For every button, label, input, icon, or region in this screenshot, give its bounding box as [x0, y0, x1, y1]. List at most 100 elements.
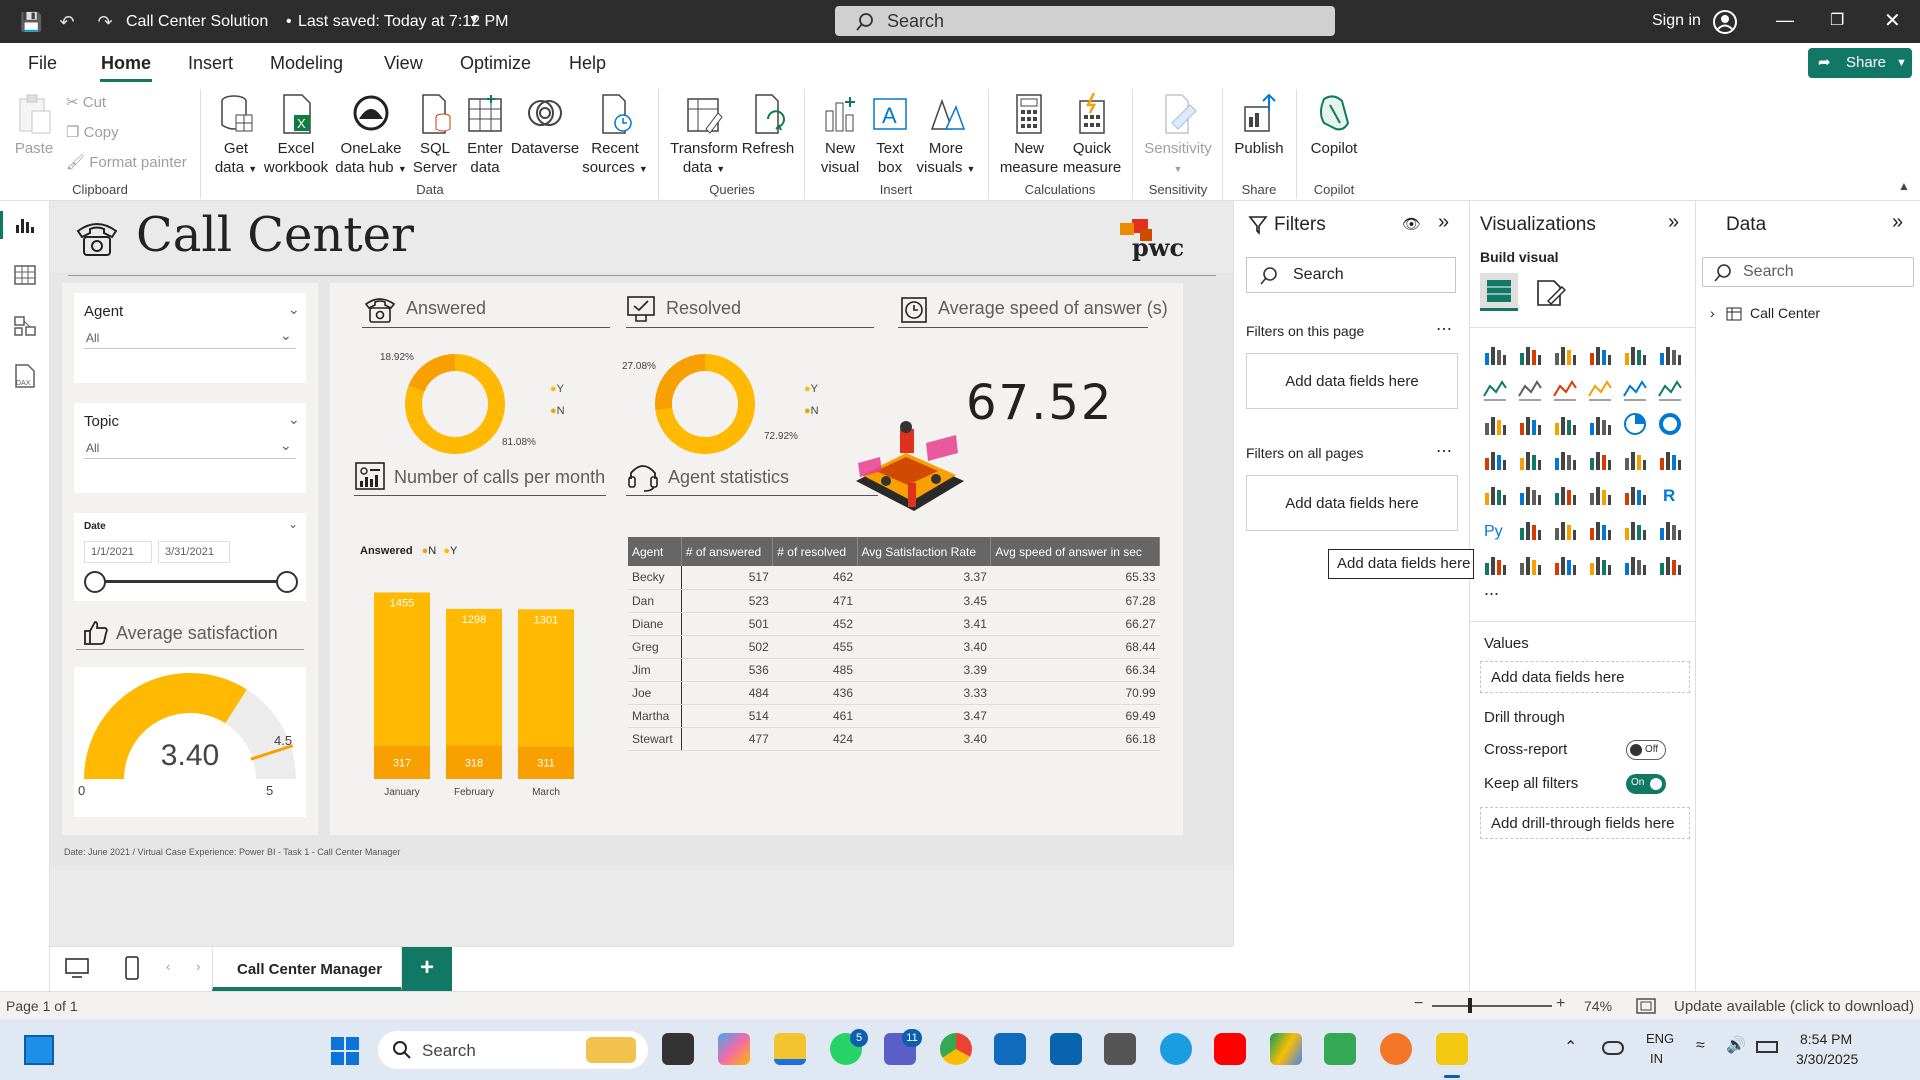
file-explorer-icon[interactable]: [774, 1033, 806, 1065]
visual-azure-map-icon[interactable]: [1587, 446, 1613, 472]
share-button[interactable]: ➦ Share ▼: [1808, 48, 1912, 78]
table-row[interactable]: Dan 523 471 3.45 67.28: [628, 589, 1160, 613]
donut-slice-n[interactable]: [655, 354, 705, 411]
more-options-icon[interactable]: ⋯: [1436, 441, 1452, 461]
filters-search-input[interactable]: Search: [1246, 257, 1456, 293]
visual-treemap-icon[interactable]: [1482, 446, 1508, 472]
sensitivity-button[interactable]: Sensitivity ▼: [1140, 93, 1216, 179]
visual-area-icon[interactable]: [1517, 376, 1543, 402]
taskbar-search[interactable]: Search: [378, 1031, 648, 1069]
text-box-button[interactable]: A Text box: [866, 93, 914, 177]
account-icon[interactable]: [1712, 9, 1738, 35]
chevron-down-icon[interactable]: ▼: [468, 12, 480, 26]
visual-stacked-area-icon[interactable]: [1552, 376, 1578, 402]
table-row[interactable]: Martha 514 461 3.47 69.49: [628, 704, 1160, 728]
get-data-button[interactable]: Get data ▼: [208, 93, 264, 179]
tab-view[interactable]: View: [384, 53, 423, 74]
cut-button[interactable]: ✂ Cut: [66, 93, 126, 112]
windows-start-icon[interactable]: [330, 1036, 360, 1066]
column-header[interactable]: Avg Satisfaction Rate: [857, 537, 992, 566]
visual-waterfall-icon[interactable]: [1517, 411, 1543, 437]
new-visual-button[interactable]: New visual: [814, 93, 866, 177]
outlook-icon[interactable]: [1050, 1033, 1082, 1065]
visual-filled-map-icon[interactable]: [1552, 446, 1578, 472]
youtube-icon[interactable]: [1214, 1033, 1246, 1065]
topic-dropdown[interactable]: All ⌄: [84, 437, 296, 459]
transform-data-button[interactable]: Transform data ▼: [668, 93, 740, 179]
visual-line-clustered-icon[interactable]: [1657, 376, 1683, 402]
visual-multi-card-icon[interactable]: [1482, 481, 1508, 507]
prev-page-icon[interactable]: ‹: [166, 959, 170, 974]
agent-dropdown[interactable]: All ⌄: [84, 327, 296, 349]
collapse-pane-icon[interactable]: »: [1892, 211, 1903, 234]
eye-icon[interactable]: 👁: [1402, 215, 1421, 233]
visual-narrative-icon[interactable]: [1622, 516, 1648, 542]
excel-workbook-button[interactable]: X Excel workbook: [262, 93, 330, 177]
model-view-icon[interactable]: [14, 315, 36, 337]
visual-qa-icon[interactable]: [1587, 516, 1613, 542]
visual-card-icon[interactable]: [1657, 446, 1683, 472]
onelake-data-hub-button[interactable]: OneLake data hub ▼: [332, 93, 410, 179]
battery-icon[interactable]: [1756, 1041, 1778, 1053]
sign-in-link[interactable]: Sign in: [1652, 12, 1701, 30]
zoom-slider[interactable]: [1432, 1005, 1552, 1007]
calculator-app-icon[interactable]: [1104, 1033, 1136, 1065]
store-icon[interactable]: [994, 1033, 1026, 1065]
restore-icon[interactable]: ❐: [1830, 10, 1844, 30]
language-indicator[interactable]: ENG: [1646, 1031, 1674, 1046]
visual-clustered-column-icon[interactable]: [1587, 341, 1613, 367]
visual-scatter-icon[interactable]: [1587, 411, 1613, 437]
quick-measure-button[interactable]: Quick measure: [1060, 93, 1124, 177]
tab-insert[interactable]: Insert: [188, 53, 233, 74]
visual-trophy-icon[interactable]: [1657, 516, 1683, 542]
copy-button[interactable]: ❐ Copy: [66, 123, 136, 142]
visual-donut-icon[interactable]: [1657, 411, 1683, 437]
copilot-app-icon[interactable]: [718, 1033, 750, 1065]
data-search-input[interactable]: Search: [1702, 257, 1914, 287]
tab-modeling[interactable]: Modeling: [270, 53, 343, 74]
clock-time[interactable]: 8:54 PM: [1800, 1031, 1852, 1047]
table-row[interactable]: Diane 501 452 3.41 66.27: [628, 612, 1160, 636]
date-range-start-handle[interactable]: [84, 571, 106, 593]
tab-file[interactable]: File: [28, 53, 57, 74]
visual-gauge-icon[interactable]: [1622, 446, 1648, 472]
filters-this-page-drop[interactable]: Add data fields here: [1246, 353, 1458, 409]
dax-query-view-icon[interactable]: DAX: [12, 363, 38, 389]
visual-key-influencers-icon[interactable]: [1517, 516, 1543, 542]
fit-to-page-icon[interactable]: [1636, 998, 1656, 1014]
table-row[interactable]: Joe 484 436 3.33 70.99: [628, 681, 1160, 705]
visual-r-visual-icon[interactable]: R: [1657, 481, 1683, 507]
chevron-down-icon[interactable]: ⌄: [288, 517, 298, 531]
cross-report-toggle[interactable]: Off: [1626, 740, 1666, 760]
visual-line-icon[interactable]: [1482, 376, 1508, 402]
refresh-button[interactable]: Refresh: [740, 93, 796, 158]
visual-kpi-icon[interactable]: [1517, 481, 1543, 507]
visual-funnel-icon[interactable]: [1552, 411, 1578, 437]
chrome-icon[interactable]: [940, 1033, 972, 1065]
enter-data-button[interactable]: Enter data: [462, 93, 508, 177]
google-drive-icon[interactable]: [1270, 1033, 1302, 1065]
format-visual-icon[interactable]: [1534, 277, 1566, 309]
visual-stacked-bar-icon[interactable]: [1482, 341, 1508, 367]
mobile-layout-icon[interactable]: [124, 955, 140, 981]
column-header[interactable]: Agent: [628, 537, 682, 566]
bar-y-february[interactable]: [446, 608, 502, 746]
visual-matrix-icon[interactable]: [1622, 481, 1648, 507]
column-header[interactable]: # of answered: [681, 537, 774, 566]
tab-home[interactable]: Home: [101, 53, 151, 74]
zoom-out-icon[interactable]: −: [1414, 995, 1423, 1013]
bar-y-march[interactable]: [518, 609, 574, 747]
visual-python-icon[interactable]: Py: [1482, 516, 1508, 542]
visual-map-arcgis-icon[interactable]: [1587, 551, 1613, 577]
save-icon[interactable]: 💾: [20, 11, 42, 33]
visual-stacked-column-icon[interactable]: [1517, 341, 1543, 367]
tab-help[interactable]: Help: [569, 53, 606, 74]
redo-icon[interactable]: ↷: [94, 11, 116, 33]
bar-y-january[interactable]: [374, 592, 430, 746]
add-page-button[interactable]: +: [402, 947, 452, 991]
visual-100-column-icon[interactable]: [1657, 341, 1683, 367]
date-range-end-handle[interactable]: [276, 571, 298, 593]
paste-button[interactable]: Paste: [10, 93, 58, 158]
visual-decomposition-icon[interactable]: [1552, 516, 1578, 542]
visual-slicer-new-icon[interactable]: [1552, 551, 1578, 577]
